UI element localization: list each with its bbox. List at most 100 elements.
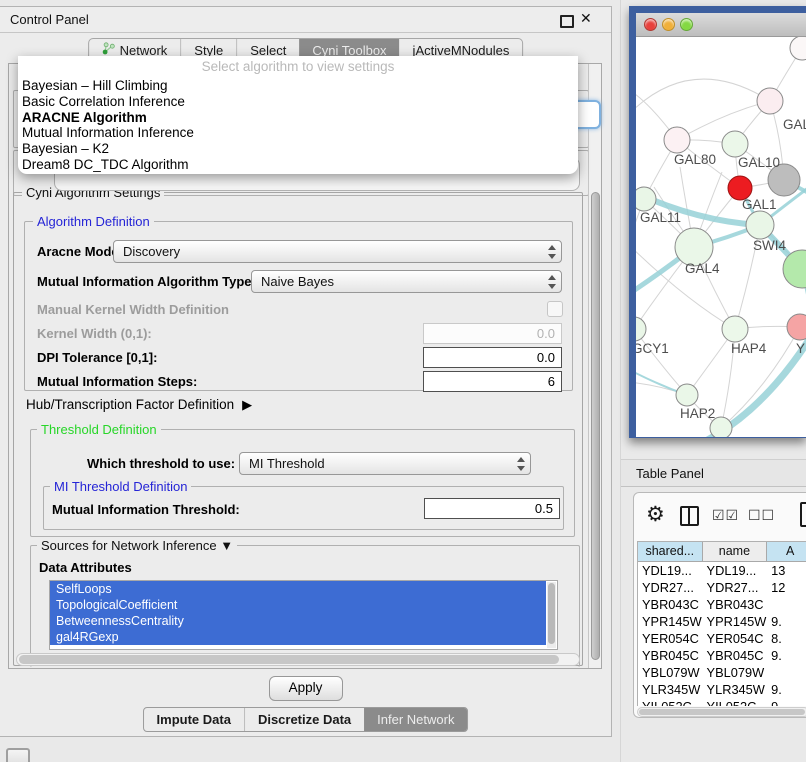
node-label: GAL4 <box>685 261 720 276</box>
expand-down-icon[interactable]: ▼ <box>220 538 233 553</box>
horizontal-scrollbar-thumb[interactable] <box>19 655 559 664</box>
network-node-gal11[interactable] <box>636 187 656 211</box>
data-attributes-list[interactable]: SelfLoopsTopologicalCoefficientBetweenne… <box>49 580 558 650</box>
network-node-hap4[interactable] <box>722 316 748 342</box>
horizontal-scrollbar[interactable] <box>16 653 580 666</box>
table-row[interactable]: YLR345WYLR345W9. <box>638 681 806 698</box>
network-node-gal10[interactable] <box>722 131 748 157</box>
algorithm-dropdown-popup: Select algorithm to view settings Bayesi… <box>18 56 578 174</box>
table-row[interactable]: YBL079WYBL079W <box>638 664 806 681</box>
network-node-hap2[interactable] <box>676 384 698 406</box>
network-node[interactable] <box>790 37 806 60</box>
algorithm-option[interactable]: Basic Correlation Inference <box>22 94 574 110</box>
kernel-width-input[interactable] <box>423 323 562 344</box>
deselect-all-checkboxes-icon[interactable]: ☐☐ <box>748 507 775 524</box>
table-row[interactable]: YBR043CYBR043C <box>638 596 806 613</box>
gear-icon[interactable]: ⚙ <box>646 502 665 527</box>
attribute-list-item[interactable]: TopologicalCoefficient <box>50 597 546 613</box>
bottom-tab-infer-network[interactable]: Infer Network <box>364 708 467 731</box>
network-window-titlebar[interactable] <box>636 13 806 37</box>
bottom-tab-bar: Impute DataDiscretize DataInfer Network <box>143 707 469 732</box>
node-label: GAL10 <box>738 155 780 170</box>
columns-icon[interactable] <box>680 506 699 526</box>
attribute-list-item[interactable]: gal4RGexp <box>50 629 546 645</box>
mi-steps-input[interactable] <box>423 371 562 392</box>
table-row[interactable]: YBR045CYBR045C9. <box>638 647 806 664</box>
dpi-tolerance-label: DPI Tolerance [0,1]: <box>37 350 157 365</box>
table-cell: YPR145W <box>638 613 703 630</box>
algorithm-option[interactable]: Bayesian – K2 <box>22 141 574 157</box>
attribute-list-item[interactable]: BetweennessCentrality <box>50 613 546 629</box>
panel-divider <box>620 0 621 762</box>
column-header-2[interactable]: A <box>767 542 806 562</box>
table-cell: YBR043C <box>703 596 768 613</box>
restore-panel-icon[interactable] <box>6 748 30 762</box>
float-window-icon[interactable] <box>560 15 574 28</box>
expand-right-icon[interactable]: ▶ <box>242 397 252 413</box>
node-label: Y <box>796 341 805 356</box>
control-panel-window: Control Panel ✕ NetworkStyleSelectCyni T… <box>0 6 612 737</box>
network-node-gal[interactable] <box>757 88 783 114</box>
settings-vertical-scrollbar[interactable] <box>588 64 601 668</box>
threshold-definition-group: Threshold Definition Which threshold to … <box>30 429 575 537</box>
mi-threshold-definition-group: MI Threshold Definition Mutual Informati… <box>43 486 564 530</box>
table-cell <box>767 664 806 681</box>
column-header-0[interactable]: shared... <box>638 542 703 562</box>
dpi-tolerance-input[interactable] <box>423 347 562 368</box>
column-header-1[interactable]: name <box>703 542 768 562</box>
which-threshold-select[interactable]: MI Threshold <box>239 452 531 475</box>
algorithm-option[interactable]: Bayesian – Hill Climbing <box>22 78 574 94</box>
mi-threshold-label: Mutual Information Threshold: <box>52 502 240 517</box>
table-cell: YBR043C <box>638 596 703 613</box>
node-label: GAL80 <box>674 152 716 167</box>
table-row[interactable]: YIL052CYIL052C9. <box>638 698 806 706</box>
table-row[interactable]: YER054CYER054C8. <box>638 630 806 647</box>
minimize-traffic-light[interactable] <box>662 18 675 31</box>
aracne-mode-value: Discovery <box>123 244 180 259</box>
table-cell: YDR27... <box>638 579 703 596</box>
table-cell: YIL052C <box>638 698 703 706</box>
stepper-icon <box>516 457 525 471</box>
table-horizontal-scrollbar-thumb[interactable] <box>639 709 805 715</box>
algorithm-option[interactable]: ARACNE Algorithm <box>22 110 574 126</box>
manual-kernel-label: Manual Kernel Width Definition <box>37 302 229 317</box>
list-scrollbar[interactable] <box>547 582 556 648</box>
table-row[interactable]: YDL19...YDL19...13 <box>638 562 806 579</box>
table-cell: 9. <box>767 647 806 664</box>
select-all-checkboxes-icon[interactable]: ☑☑ <box>712 507 739 524</box>
network-node-y[interactable] <box>787 314 806 340</box>
network-node-gal80[interactable] <box>664 127 690 153</box>
new-table-icon[interactable] <box>800 502 806 527</box>
network-view-window[interactable]: GALGAL80GAL10GAL1GAL11SWI4GAL4GCY1HAP4YH… <box>629 6 806 438</box>
network-canvas[interactable]: GALGAL80GAL10GAL1GAL11SWI4GAL4GCY1HAP4YH… <box>636 37 806 437</box>
bottom-tab-discretize-data[interactable]: Discretize Data <box>244 708 364 731</box>
network-node-gcy1[interactable] <box>636 317 646 341</box>
table-cell: YLR345W <box>703 681 768 698</box>
apply-button[interactable]: Apply <box>269 676 343 701</box>
manual-kernel-checkbox[interactable] <box>547 301 563 317</box>
data-attributes-label: Data Attributes <box>39 560 132 575</box>
list-scrollbar-thumb[interactable] <box>548 583 555 644</box>
mi-algorithm-type-select[interactable]: Naive Bayes <box>251 270 562 293</box>
algorithm-definition-legend: Algorithm Definition <box>33 214 154 229</box>
close-icon[interactable]: ✕ <box>580 10 592 27</box>
table-toolbar: ⚙ ☑☑ ☐☐ <box>634 493 806 539</box>
network-node-swi4[interactable] <box>746 211 774 239</box>
table-row[interactable]: YPR145WYPR145W9. <box>638 613 806 630</box>
mi-threshold-input[interactable] <box>424 498 560 519</box>
network-graph: GALGAL80GAL10GAL1GAL11SWI4GAL4GCY1HAP4YH… <box>636 37 806 437</box>
hub-definition-disclosure[interactable]: Hub/Transcription Factor Definition▶ <box>26 397 252 413</box>
table-cell: 9. <box>767 681 806 698</box>
close-traffic-light[interactable] <box>644 18 657 31</box>
algorithm-option[interactable]: Mutual Information Inference <box>22 125 574 141</box>
aracne-mode-select[interactable]: Discovery <box>113 240 562 263</box>
table-horizontal-scrollbar[interactable] <box>637 707 806 717</box>
node-label: GAL11 <box>640 210 681 225</box>
settings-vertical-scrollbar-thumb[interactable] <box>591 192 600 660</box>
attribute-list-item[interactable]: SelfLoops <box>50 581 546 597</box>
bottom-tab-impute-data[interactable]: Impute Data <box>144 708 244 731</box>
algorithm-option[interactable]: Dream8 DC_TDC Algorithm <box>22 157 574 173</box>
zoom-traffic-light[interactable] <box>680 18 693 31</box>
table-row[interactable]: YDR27...YDR27...12 <box>638 579 806 596</box>
table-cell: YIL052C <box>703 698 768 706</box>
